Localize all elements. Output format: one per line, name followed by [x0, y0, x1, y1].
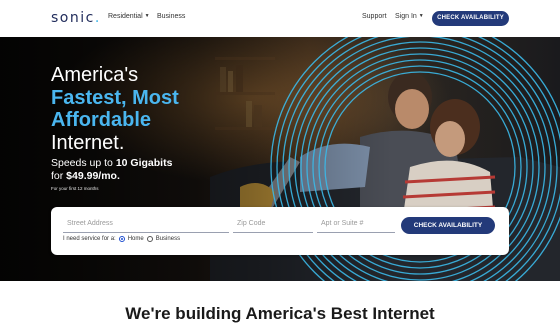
nav-business[interactable]: Business: [157, 13, 185, 20]
headline-line-2: Fastest, Most: [51, 86, 179, 109]
hero-headline: America's Fastest, Most Affordable Inter…: [51, 64, 179, 154]
logo-dot: .: [94, 10, 101, 26]
price-prefix: for: [51, 170, 67, 182]
check-availability-nav-button[interactable]: CHECK AVAILABILITY: [432, 11, 509, 26]
offer-fineprint: For your first 12 months: [51, 186, 99, 191]
nav-support[interactable]: Support: [362, 13, 387, 20]
nav-residential[interactable]: Residential ▼: [108, 13, 150, 20]
headline-line-3: Affordable: [51, 109, 151, 131]
chevron-down-icon: ▼: [144, 13, 150, 19]
nav-residential-label: Residential: [108, 13, 143, 20]
apt-suite-input[interactable]: Apt or Suite #: [317, 215, 395, 233]
section-title: We're building America's Best Internet: [125, 304, 435, 323]
radio-home-label[interactable]: Home: [128, 236, 144, 242]
radio-business[interactable]: [146, 236, 153, 242]
logo-text: sonic: [51, 10, 95, 26]
street-address-input[interactable]: Street Address: [63, 215, 229, 233]
check-availability-button[interactable]: CHECK AVAILABILITY: [401, 217, 495, 234]
zip-code-input[interactable]: Zip Code: [233, 215, 313, 233]
headline-line-4: Internet.: [51, 131, 125, 154]
speeds-value: 10 Gigabits: [115, 157, 173, 169]
price-value: $49.99/mo.: [66, 170, 120, 182]
speed-offer: Speeds up to 10 Gigabits for $49.99/mo.: [51, 157, 172, 183]
availability-form: Street Address Zip Code Apt or Suite # C…: [51, 207, 509, 255]
top-navigation: sonic. Residential ▼ Business Support Sig…: [0, 0, 560, 37]
headline-line-1: America's: [51, 64, 139, 86]
nav-sign-in[interactable]: Sign In ▼: [395, 13, 424, 20]
sonic-logo[interactable]: sonic.: [51, 10, 101, 26]
nav-sign-in-label: Sign In: [395, 13, 417, 20]
service-type-label: I need service for a:: [63, 236, 116, 242]
radio-business-label[interactable]: Business: [156, 236, 180, 242]
chevron-down-icon: ▼: [418, 13, 424, 19]
service-type-selector: I need service for a: Home Business: [63, 236, 180, 242]
radio-home[interactable]: [118, 236, 125, 242]
speeds-prefix: Speeds up to: [51, 157, 116, 169]
